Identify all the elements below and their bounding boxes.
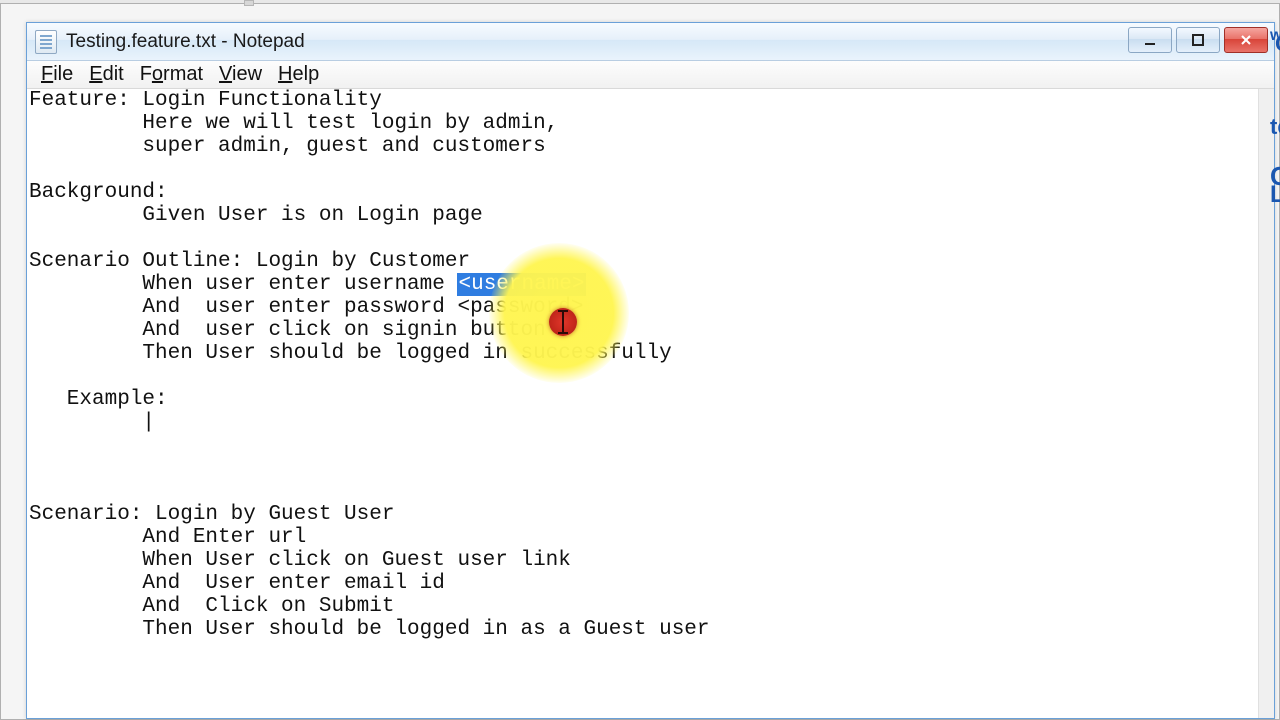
cursor-click-indicator: [549, 308, 577, 336]
text-line: And user click on signin button: [29, 319, 546, 342]
text-line: super admin, guest and customers: [29, 135, 546, 158]
menu-edit[interactable]: Edit: [81, 63, 131, 86]
text-line: Here we will test login by admin,: [29, 112, 558, 135]
notepad-window: Testing.feature.txt - Notepad File Edit …: [26, 22, 1275, 719]
notepad-icon: [35, 30, 57, 54]
text-line: Example:: [29, 388, 168, 411]
window-title: Testing.feature.txt - Notepad: [66, 31, 305, 53]
text-line: |: [29, 411, 155, 434]
frame-splitter-handle[interactable]: [244, 0, 254, 6]
text-editor-area[interactable]: Feature: Login Functionality Here we wil…: [27, 89, 1258, 718]
text-line: And Enter url: [29, 526, 306, 549]
text-line: Scenario Outline: Login by Customer: [29, 250, 470, 273]
text-line: And user enter password: [29, 296, 457, 319]
text-line: Background:: [29, 181, 168, 204]
minimize-button[interactable]: [1128, 27, 1172, 53]
text-line: Then User should be logged in successful…: [29, 342, 672, 365]
menubar: File Edit Format View Help: [27, 61, 1274, 89]
outer-frame: Testing.feature.txt - Notepad File Edit …: [0, 3, 1280, 720]
maximize-button[interactable]: [1176, 27, 1220, 53]
selected-text: <username>: [457, 273, 585, 296]
text-line: Then User should be logged in as a Guest…: [29, 618, 710, 641]
menu-help[interactable]: Help: [270, 63, 327, 86]
text-line: When User click on Guest user link: [29, 549, 571, 572]
text-line: Given User is on Login page: [29, 204, 483, 227]
window-controls: [1128, 27, 1268, 53]
menu-view[interactable]: View: [211, 63, 270, 86]
promo-tools: Selenium | SoapUI | Jmeter | Appium | Wa…: [1270, 30, 1280, 210]
text-line: And Click on Submit: [29, 595, 394, 618]
text-line: Scenario: Login by Guest User: [29, 503, 394, 526]
menu-format[interactable]: Format: [132, 63, 211, 86]
close-button[interactable]: [1224, 27, 1268, 53]
close-icon: [1239, 33, 1253, 47]
minimize-icon: [1143, 33, 1157, 47]
menu-file[interactable]: File: [33, 63, 81, 86]
text-line: Feature: Login Functionality: [29, 89, 382, 112]
text-line: And User enter email id: [29, 572, 445, 595]
text-line: When user enter username: [29, 273, 457, 296]
maximize-icon: [1191, 33, 1205, 47]
titlebar[interactable]: Testing.feature.txt - Notepad: [27, 23, 1274, 61]
